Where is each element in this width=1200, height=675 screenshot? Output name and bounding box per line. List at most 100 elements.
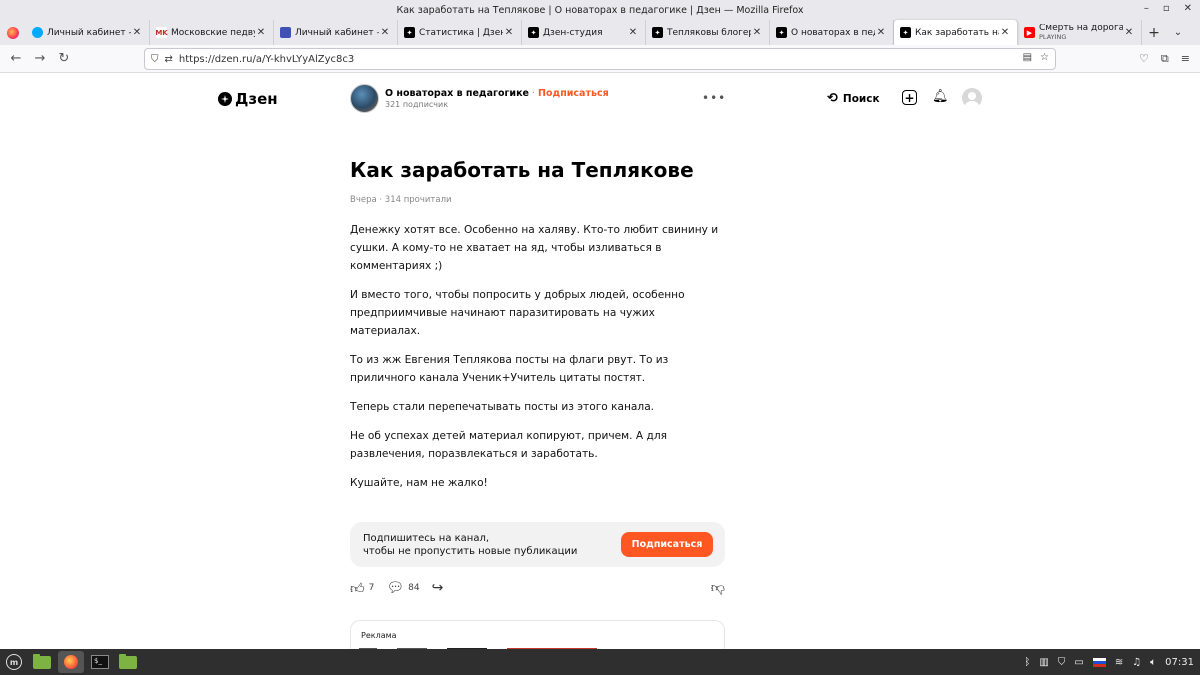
avito-icon (32, 27, 43, 38)
tab-push[interactable]: Личный кабинет — Пуш ✕ (274, 20, 398, 45)
window-titlebar: Как заработать на Теплякове | О новатора… (0, 0, 1200, 20)
volume-icon[interactable]: 🔈︎ (1150, 657, 1156, 668)
reader-view-icon[interactable]: ▤ (1023, 52, 1032, 63)
close-window-button[interactable]: ✕ (1184, 3, 1192, 14)
clock[interactable]: 07:31 (1165, 657, 1194, 668)
tab-avito[interactable]: Личный кабинет - Авито ✕ (26, 20, 150, 45)
article-paragraph: Кушайте, нам не жалко! (350, 477, 488, 489)
tab-close-icon[interactable]: ✕ (131, 27, 143, 38)
tab-pedvuzy[interactable]: MK Московские педвузы с ✕ (150, 20, 274, 45)
tab-label-group: Смерть на дорогах — Ш PLAYING (1039, 24, 1123, 42)
share-icon[interactable]: ↪ (432, 580, 444, 596)
tab-close-icon[interactable]: ✕ (751, 27, 763, 38)
minimize-button[interactable]: – (1144, 3, 1149, 14)
dzen-logo-icon (218, 92, 232, 106)
user-avatar[interactable] (962, 88, 982, 108)
comment-icon[interactable]: 💬︎ (386, 580, 404, 596)
bookmark-star-icon[interactable]: ☆ (1040, 52, 1049, 63)
tab-teplyakovy[interactable]: ✦ Тепляковы блогеры | О ✕ (646, 20, 770, 45)
language-flag-icon[interactable] (1092, 657, 1106, 667)
files-launcher[interactable] (28, 649, 56, 675)
zen-icon: ✦ (652, 27, 663, 38)
url-bar[interactable]: ⛉ ⇄ https://dzen.ru/a/Y-khvLYyAlZyc8c3 ▤… (144, 48, 1056, 70)
url-text[interactable]: https://dzen.ru/a/Y-khvLYyAlZyc8c3 (179, 54, 354, 65)
files-window-button[interactable] (114, 649, 142, 675)
back-arrow-icon[interactable]: ← (4, 51, 28, 66)
tab-close-icon[interactable]: ✕ (255, 27, 267, 38)
firefox-taskbar-frame (58, 651, 84, 673)
tab-close-icon[interactable]: ✕ (999, 27, 1011, 38)
firefox-view-button[interactable] (0, 20, 26, 45)
channel-name[interactable]: О новаторах в педагогике (385, 88, 529, 99)
dislike-icon[interactable]: 👎︎ (711, 579, 725, 596)
tab-close-icon[interactable]: ✕ (1123, 27, 1135, 38)
wifi-icon[interactable]: ≋ (1115, 657, 1123, 668)
tab-close-icon[interactable]: ✕ (627, 27, 639, 38)
permissions-icon[interactable]: ⇄ (165, 54, 173, 65)
start-menu-button[interactable]: m (0, 649, 28, 675)
toolbar-right: ♡ ⧉ ≡ (1139, 52, 1190, 66)
maximize-button[interactable]: ▫ (1163, 3, 1170, 14)
reactions-bar: 👍︎ 7 💬︎ 84 ↪ 👎︎ (350, 579, 725, 597)
dzen-logo[interactable]: Дзен (218, 90, 278, 108)
tab-close-icon[interactable]: ✕ (379, 27, 391, 38)
tab-label: Статистика | Дзен (419, 27, 503, 38)
article-paragraph: Теперь стали перепечатывать посты из это… (350, 401, 655, 413)
tab-zen-studio[interactable]: ✦ Дзен-студия ✕ (522, 20, 646, 45)
folder-icon (33, 653, 51, 669)
article-paragraph: Не об успехах детей материал копируют, п… (350, 430, 667, 460)
list-tabs-button[interactable]: ⌄ (1166, 27, 1190, 38)
new-tab-button[interactable]: + (1142, 25, 1166, 41)
terminal-icon: $_ (91, 655, 109, 669)
folder-icon (119, 653, 137, 669)
clipboard-icon[interactable]: ▥ (1039, 657, 1048, 668)
firefox-icon (64, 655, 78, 669)
navigation-bar: ← → ↻ ⛉ ⇄ https://dzen.ru/a/Y-khvLYyAlZy… (0, 45, 1200, 73)
tab-novators[interactable]: ✦ О новаторах в педагоги ✕ (770, 20, 894, 45)
pocket-icon[interactable]: ♡ (1139, 52, 1149, 66)
comment-count: 84 (408, 583, 420, 593)
subscribe-banner-line: Подпишитесь на канал, (363, 533, 490, 544)
music-icon[interactable]: ♫ (1132, 657, 1141, 668)
url-actions: ▤ ☆ (1023, 52, 1049, 63)
firefox-taskbar-button[interactable] (56, 649, 86, 675)
plus-icon: + (904, 90, 915, 105)
channel-avatar[interactable] (350, 84, 379, 113)
tab-label: Смерть на дорогах — Ш (1039, 23, 1123, 33)
article-meta: Вчера · 314 прочитали (350, 195, 452, 205)
reload-icon[interactable]: ↻ (52, 51, 76, 66)
tab-youtube[interactable]: ▶ Смерть на дорогах — Ш PLAYING ✕ (1018, 20, 1142, 45)
ad-card[interactable]: Реклама (350, 620, 725, 650)
subscribe-banner: Подпишитесь на канал, чтобы не пропустит… (350, 522, 725, 567)
taskbar: m $_ ᛒ ▥ ⛉ ▭ ≋ ♫ 🔈︎ 07:31 (0, 649, 1200, 675)
notifications-bell-icon[interactable]: 🔔︎ (932, 89, 949, 104)
like-count: 7 (368, 583, 375, 593)
bluetooth-icon[interactable]: ᛒ (1024, 657, 1030, 668)
subscribe-button[interactable]: Подписаться (621, 532, 713, 557)
add-publication-button[interactable]: + (902, 90, 917, 105)
more-options-button[interactable]: ••• (702, 91, 726, 105)
terminal-launcher[interactable]: $_ (86, 649, 114, 675)
tab-current-article[interactable]: ✦ Как заработать на Тепл ✕ (894, 20, 1018, 45)
keyboard-icon[interactable]: ▭ (1074, 657, 1083, 668)
subscribe-banner-line: чтобы не пропустить новые публикации (363, 546, 578, 557)
article-paragraph: И вместо того, чтобы попросить у добрых … (350, 289, 685, 337)
system-tray: ᛒ ▥ ⛉ ▭ ≋ ♫ 🔈︎ 07:31 (1024, 649, 1194, 675)
forward-arrow-icon[interactable]: → (28, 51, 52, 66)
search-button[interactable]: ⟲ Поиск (827, 91, 880, 106)
like-icon[interactable]: 👍︎ (350, 580, 365, 597)
tab-label: О новаторах в педагоги (791, 27, 875, 38)
channel-subscriber-count: 321 подписчик (385, 100, 449, 109)
article-paragraph: То из жж Евгения Теплякова посты на флаг… (350, 354, 669, 384)
shield-tray-icon[interactable]: ⛉ (1058, 657, 1066, 668)
window-title: Как заработать на Теплякове | О новатора… (396, 4, 804, 16)
shield-icon[interactable]: ⛉ (151, 54, 159, 65)
tab-statistics[interactable]: ✦ Статистика | Дзен ✕ (398, 20, 522, 45)
tab-close-icon[interactable]: ✕ (875, 27, 887, 38)
extensions-icon[interactable]: ⧉ (1161, 52, 1169, 66)
tab-close-icon[interactable]: ✕ (503, 27, 515, 38)
channel-subscribe-link[interactable]: Подписаться (538, 88, 609, 99)
tab-label: Личный кабинет — Пуш (295, 27, 379, 38)
menu-icon[interactable]: ≡ (1181, 52, 1190, 66)
article-paragraph: Денежку хотят все. Особенно на халяву. К… (350, 224, 719, 272)
